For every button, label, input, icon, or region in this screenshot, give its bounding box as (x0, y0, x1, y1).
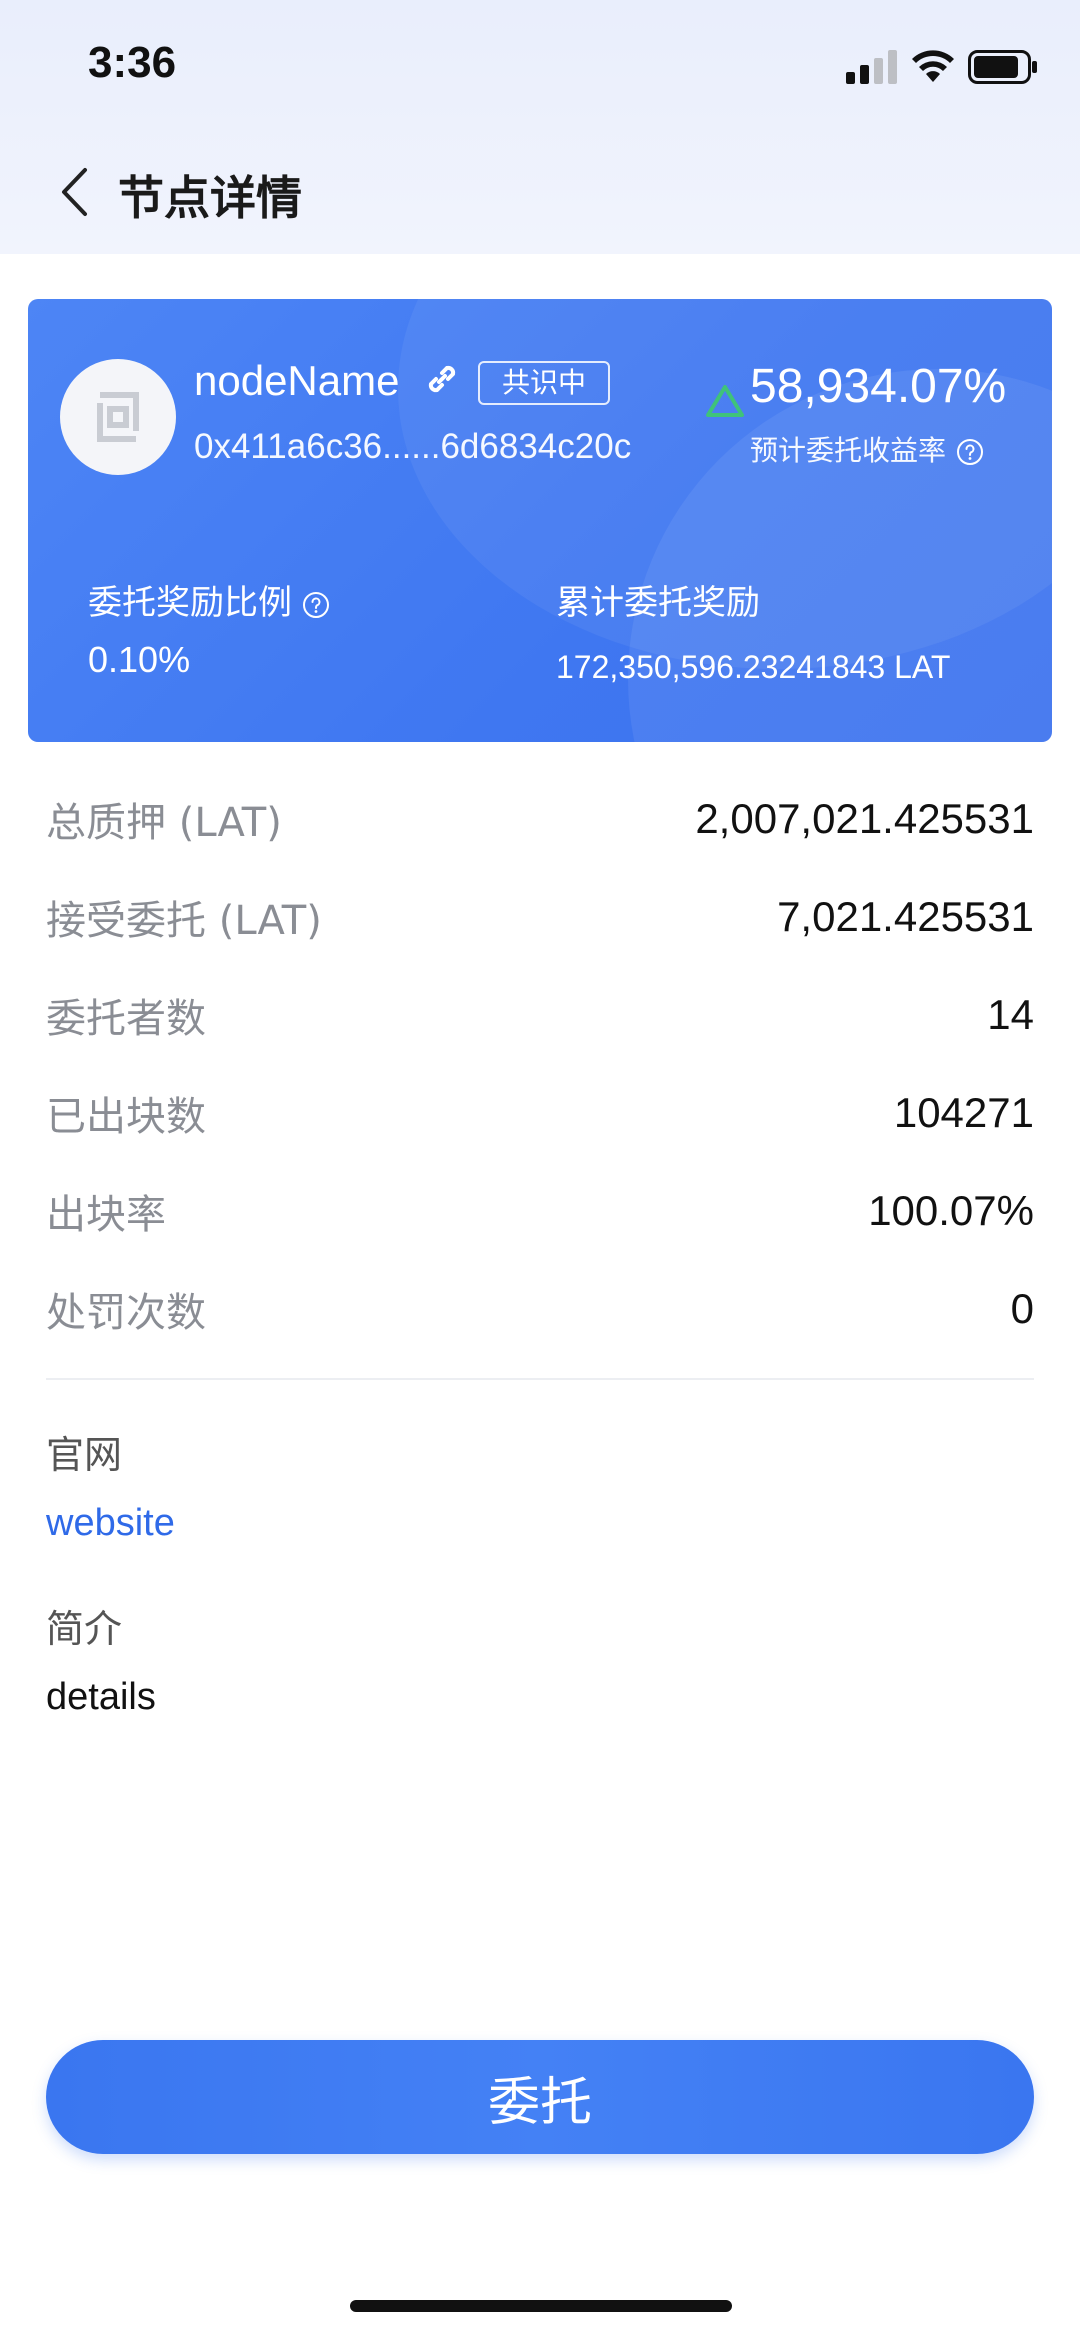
stat-value: 7,021.425531 (777, 893, 1034, 940)
status-time: 3:36 (88, 38, 177, 87)
node-detail-page: 3:36 节点详情 nodeName 共识中 0x411a6c36......6… (0, 0, 1080, 2339)
stat-row-penalties: 处罚次数 0 (46, 1260, 1034, 1358)
node-stats-list: 总质押 (LAT) 2,007,021.425531 接受委托 (LAT) 7,… (46, 770, 1034, 1358)
stat-row-block-rate: 出块率 100.07% (46, 1162, 1034, 1260)
reward-ratio-label-text: 委托奖励比例 (88, 583, 292, 623)
intro-text: details (46, 1676, 156, 1718)
stat-label: 接受委托 (LAT) (46, 898, 322, 944)
reward-ratio-value: 0.10% (88, 639, 191, 680)
stat-label: 处罚次数 (46, 1290, 206, 1336)
stat-row-delegators: 委托者数 14 (46, 966, 1034, 1064)
wifi-icon (912, 50, 954, 82)
stat-value: 14 (987, 991, 1034, 1038)
status-bar: 3:36 (0, 0, 1080, 130)
page-title: 节点详情 (118, 171, 302, 225)
total-reward-value: 172,350,596.23241843 LAT (556, 649, 951, 685)
chevron-left-icon (62, 168, 87, 216)
triangle-up-icon (706, 385, 744, 417)
stat-value: 104271 (893, 1089, 1034, 1136)
consensus-status-badge: 共识中 (478, 361, 611, 405)
battery-icon (968, 50, 1037, 84)
reward-ratio-label: 委托奖励比例 (88, 575, 330, 624)
total-reward-label: 累计委托奖励 (556, 583, 760, 623)
node-avatar (60, 359, 176, 475)
stat-label: 委托者数 (46, 996, 206, 1042)
expected-yield-label-text: 预计委托收益率 (750, 434, 947, 467)
stat-value: 2,007,021.425531 (695, 795, 1034, 842)
cellular-signal-icon (846, 50, 898, 84)
delegate-button[interactable]: 委托 (46, 2040, 1034, 2154)
help-icon[interactable] (956, 438, 984, 466)
link-icon[interactable] (422, 359, 462, 399)
stat-label: 已出块数 (46, 1094, 206, 1140)
node-logo-icon (97, 392, 139, 442)
node-address: 0x411a6c36......6d6834c20c (194, 427, 632, 466)
stat-row-delegated: 接受委托 (LAT) 7,021.425531 (46, 868, 1034, 966)
stat-label: 出块率 (46, 1192, 166, 1238)
home-indicator[interactable] (350, 2300, 732, 2312)
expected-yield-value: 58,934.07% (750, 360, 1007, 413)
stat-row-blocks: 已出块数 104271 (46, 1064, 1034, 1162)
stat-row-total-staked: 总质押 (LAT) 2,007,021.425531 (46, 770, 1034, 868)
nav-bar: 节点详情 (0, 130, 1080, 254)
website-link[interactable]: website (46, 1502, 175, 1545)
header-area: 3:36 节点详情 (0, 0, 1080, 254)
help-icon[interactable] (302, 591, 330, 619)
back-button[interactable] (44, 160, 104, 224)
intro-label: 简介 (46, 1607, 123, 1651)
node-name: nodeName (194, 357, 400, 404)
stat-value: 0 (1010, 1285, 1034, 1332)
stat-value: 100.07% (868, 1187, 1034, 1234)
section-divider (46, 1378, 1034, 1380)
node-summary-card: nodeName 共识中 0x411a6c36......6d6834c20c … (28, 299, 1052, 742)
stat-label: 总质押 (LAT) (46, 800, 282, 846)
website-label: 官网 (46, 1433, 123, 1477)
expected-yield-label: 预计委托收益率 (750, 429, 984, 469)
